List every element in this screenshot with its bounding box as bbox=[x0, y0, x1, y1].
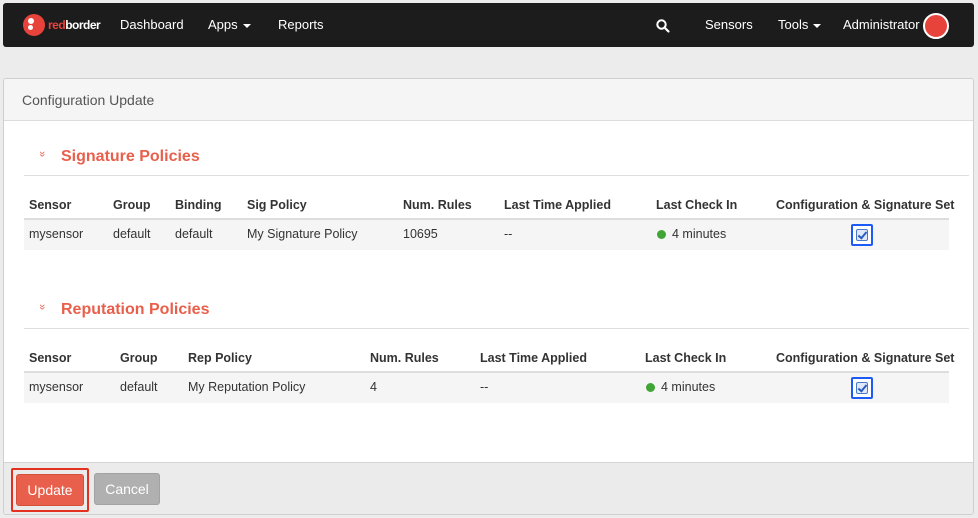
panel-header: Configuration Update bbox=[4, 79, 973, 121]
nav-sensors[interactable]: Sensors bbox=[705, 3, 753, 47]
cell-num-rules: 4 bbox=[370, 380, 377, 394]
divider bbox=[24, 175, 969, 176]
col-group: Group bbox=[120, 351, 158, 365]
top-navbar: redborder Dashboard Apps Reports Sensors… bbox=[3, 3, 974, 47]
chevron-down-icon bbox=[813, 23, 822, 28]
cell-last-check-in: 4 minutes bbox=[657, 227, 726, 241]
col-last-check-in: Last Check In bbox=[645, 351, 727, 365]
col-last-time-applied: Last Time Applied bbox=[504, 198, 611, 212]
cell-group: default bbox=[120, 380, 158, 394]
reputation-config-checkbox[interactable] bbox=[851, 377, 873, 399]
update-button[interactable]: Update bbox=[16, 474, 84, 506]
cell-sensor: mysensor bbox=[29, 380, 84, 394]
cancel-button[interactable]: Cancel bbox=[94, 473, 160, 505]
col-rep-policy: Rep Policy bbox=[188, 351, 252, 365]
col-sensor: Sensor bbox=[29, 351, 72, 365]
collapse-chevron-icon[interactable]: » bbox=[36, 151, 48, 165]
cell-last-time-applied: -- bbox=[504, 227, 513, 241]
signature-config-checkbox[interactable] bbox=[851, 224, 873, 246]
user-avatar[interactable] bbox=[923, 13, 949, 39]
checkmark-icon bbox=[856, 382, 868, 394]
cell-sig-policy: My Signature Policy bbox=[247, 227, 358, 241]
col-sig-policy: Sig Policy bbox=[247, 198, 307, 212]
panel-title: Configuration Update bbox=[22, 92, 155, 108]
redborder-logo-icon[interactable] bbox=[23, 14, 45, 36]
cell-last-check-in: 4 minutes bbox=[646, 380, 715, 394]
col-last-check-in: Last Check In bbox=[656, 198, 738, 212]
cell-group: default bbox=[113, 227, 151, 241]
reputation-policies-heading[interactable]: » Reputation Policies bbox=[35, 301, 209, 319]
table-row bbox=[24, 220, 949, 250]
nav-dashboard[interactable]: Dashboard bbox=[120, 3, 184, 47]
update-button-focus-ring: Update bbox=[11, 468, 89, 512]
divider bbox=[24, 328, 969, 329]
col-sensor: Sensor bbox=[29, 198, 72, 212]
cell-sensor: mysensor bbox=[29, 227, 84, 241]
col-num-rules: Num. Rules bbox=[370, 351, 439, 365]
col-configuration-signature-set: Configuration & Signature Set bbox=[776, 198, 955, 212]
cell-last-time-applied: -- bbox=[480, 380, 489, 394]
col-binding: Binding bbox=[175, 198, 222, 212]
search-icon[interactable] bbox=[655, 18, 671, 34]
brand-logo-text[interactable]: redborder bbox=[48, 3, 101, 47]
col-group: Group bbox=[113, 198, 151, 212]
online-status-icon bbox=[657, 230, 666, 239]
configuration-update-panel: Configuration Update » Signature Policies… bbox=[3, 78, 974, 515]
nav-reports[interactable]: Reports bbox=[278, 3, 324, 47]
collapse-chevron-icon[interactable]: » bbox=[36, 304, 48, 318]
col-last-time-applied: Last Time Applied bbox=[480, 351, 587, 365]
signature-policies-heading[interactable]: » Signature Policies bbox=[35, 148, 200, 166]
nav-apps[interactable]: Apps bbox=[208, 3, 251, 47]
col-num-rules: Num. Rules bbox=[403, 198, 472, 212]
checkmark-icon bbox=[856, 229, 868, 241]
chevron-down-icon bbox=[242, 23, 251, 28]
col-configuration-signature-set: Configuration & Signature Set bbox=[776, 351, 955, 365]
online-status-icon bbox=[646, 383, 655, 392]
cell-num-rules: 10695 bbox=[403, 227, 438, 241]
nav-tools[interactable]: Tools bbox=[778, 3, 822, 47]
nav-user-administrator[interactable]: Administrator bbox=[843, 3, 920, 47]
cell-rep-policy: My Reputation Policy bbox=[188, 380, 306, 394]
cell-binding: default bbox=[175, 227, 213, 241]
